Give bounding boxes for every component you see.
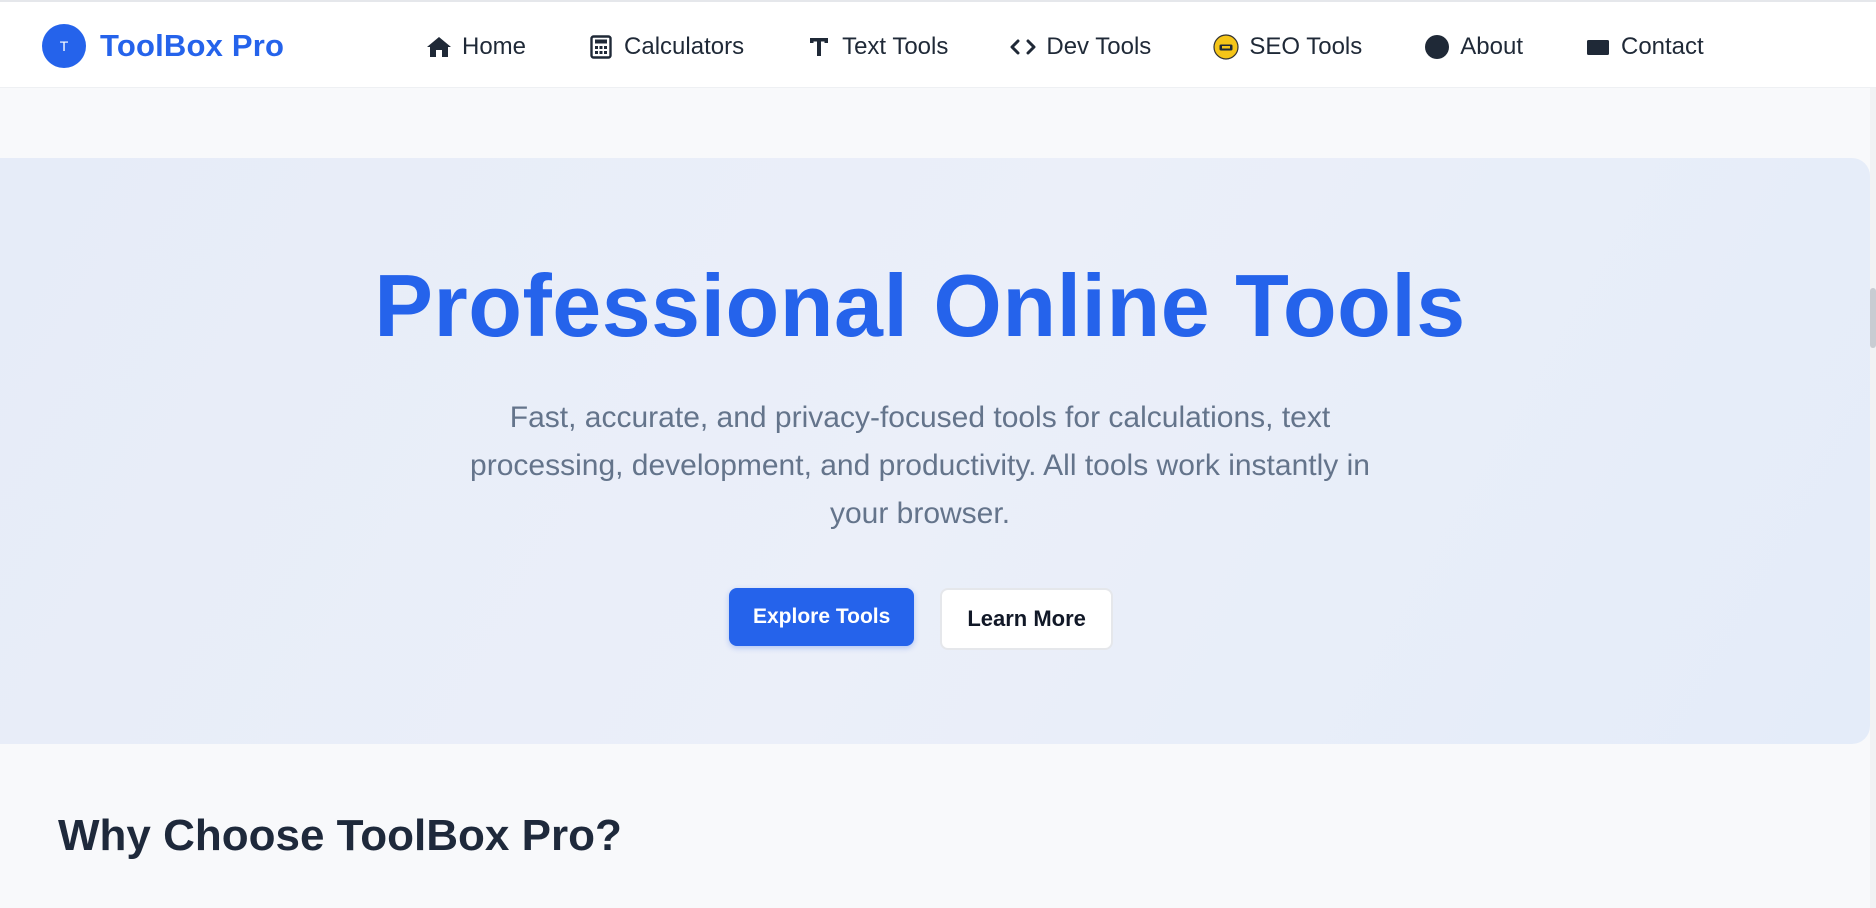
- text-icon: [806, 34, 832, 60]
- nav-item-text-tools[interactable]: Text Tools: [806, 33, 948, 61]
- nav-item-label: Home: [462, 33, 527, 60]
- nav-item-dev-tools[interactable]: Dev Tools: [1010, 33, 1151, 61]
- nav-item-label: Contact: [1620, 33, 1704, 60]
- info-circle-icon: [1424, 34, 1450, 60]
- learn-more-button[interactable]: Learn More: [940, 588, 1113, 650]
- scrollbar-thumb[interactable]: [1870, 288, 1876, 348]
- nav-item-seo-tools[interactable]: SEO Tools: [1213, 33, 1362, 61]
- brand-logo-letter: T: [59, 38, 69, 54]
- code-icon: [1010, 34, 1036, 60]
- envelope-icon: [1585, 34, 1611, 60]
- seo-emoji-icon: [1213, 34, 1239, 60]
- page: T ToolBox Pro Home Calculators Text Tool…: [0, 0, 1876, 908]
- nav-item-label: SEO Tools: [1249, 33, 1363, 60]
- why-choose-heading: Why Choose ToolBox Pro?: [58, 811, 622, 860]
- hero-section: Professional Online Tools Fast, accurate…: [0, 158, 1870, 744]
- nav-item-label: Text Tools: [842, 33, 949, 60]
- hero-title: Professional Online Tools: [374, 256, 1466, 355]
- nav-item-label: Dev Tools: [1046, 33, 1152, 60]
- home-icon: [426, 34, 452, 60]
- hero-subtitle: Fast, accurate, and privacy-focused tool…: [470, 401, 1370, 530]
- brand[interactable]: T ToolBox Pro: [42, 24, 284, 68]
- calculator-icon: [588, 34, 614, 60]
- nav-item-home[interactable]: Home: [426, 33, 526, 61]
- explore-tools-button[interactable]: Explore Tools: [729, 588, 915, 646]
- nav-item-about[interactable]: About: [1424, 33, 1523, 61]
- nav-item-label: Calculators: [624, 33, 745, 60]
- nav-item-calculators[interactable]: Calculators: [588, 33, 744, 61]
- nav-item-contact[interactable]: Contact: [1585, 33, 1704, 61]
- nav-item-label: About: [1460, 33, 1523, 60]
- hero-buttons: Explore Tools Learn More: [729, 584, 1113, 650]
- main-nav: Home Calculators Text Tools Dev Tools SE…: [426, 30, 1704, 64]
- brand-name[interactable]: ToolBox Pro: [100, 28, 284, 64]
- top-navbar: T ToolBox Pro Home Calculators Text Tool…: [0, 0, 1876, 88]
- page-scrollbar[interactable]: [1870, 88, 1876, 908]
- brand-logo: T: [42, 24, 86, 68]
